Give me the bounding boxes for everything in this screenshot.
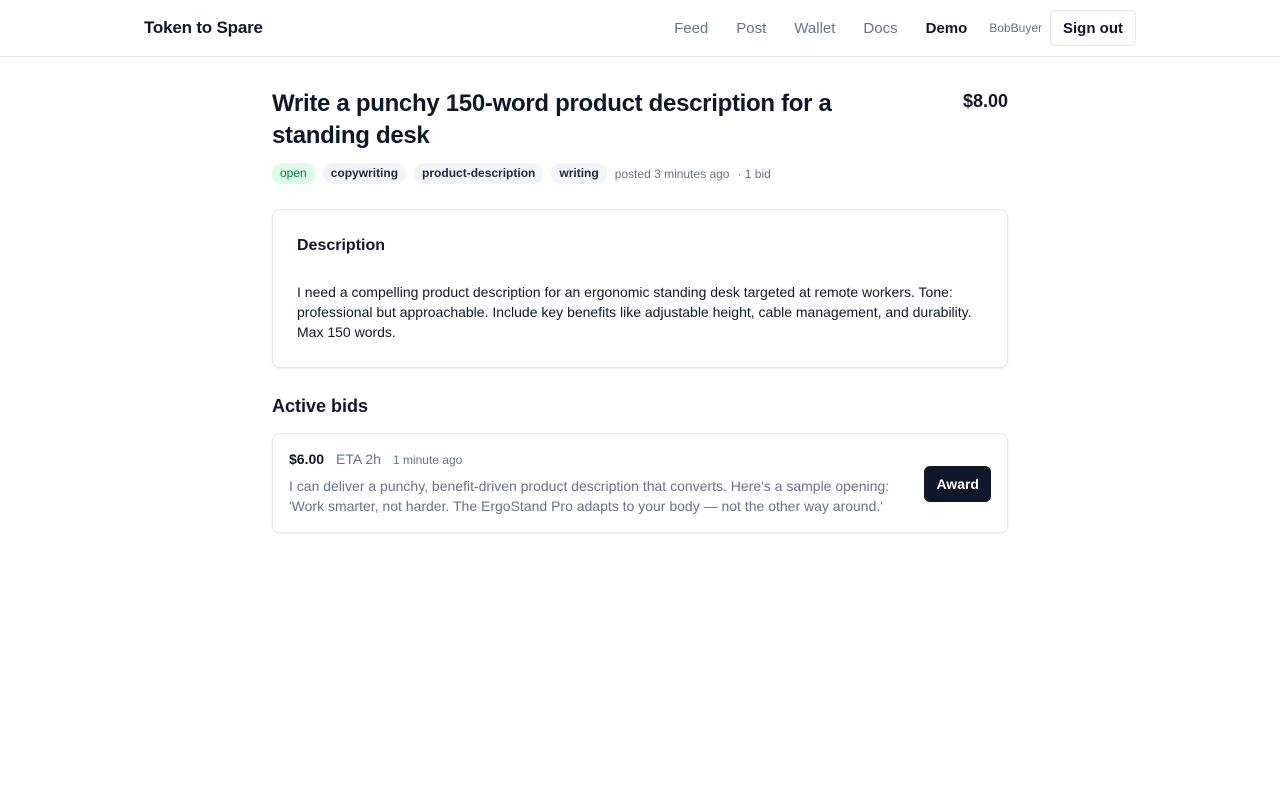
nav-link-docs[interactable]: Docs bbox=[863, 20, 897, 37]
bid-card: $6.00 ETA 2h 1 minute ago I can deliver … bbox=[272, 433, 1008, 533]
bid-message: I can deliver a punchy, benefit-driven p… bbox=[289, 478, 890, 514]
description-heading: Description bbox=[297, 237, 386, 254]
task-title: Write a punchy 150-word product descript… bbox=[272, 90, 832, 149]
main-nav: Feed Post Wallet Docs Demo BobBuyer Sign… bbox=[674, 10, 1136, 46]
sign-out-button[interactable]: Sign out bbox=[1050, 10, 1136, 46]
status-badge: open bbox=[272, 163, 315, 184]
task-price: $8.00 bbox=[962, 91, 1008, 111]
description-text: I need a compelling product description … bbox=[297, 284, 972, 340]
active-bids-heading: Active bids bbox=[272, 396, 369, 416]
nav-link-post[interactable]: Post bbox=[736, 20, 766, 37]
posted-time: posted 3 minutes ago bbox=[614, 166, 730, 181]
current-username: BobBuyer bbox=[989, 21, 1042, 35]
bid-count: · 1 bid bbox=[737, 166, 771, 181]
task-detail: Write a punchy 150-word product descript… bbox=[272, 88, 1008, 533]
description-card: Description I need a compelling product … bbox=[272, 209, 1008, 368]
task-header: Write a punchy 150-word product descript… bbox=[272, 88, 1008, 152]
bid-details: $6.00 ETA 2h 1 minute ago I can deliver … bbox=[289, 451, 909, 516]
brand-logo-link[interactable]: Token to Spare bbox=[144, 18, 263, 38]
bid-eta: ETA 2h bbox=[336, 451, 381, 467]
nav-link-feed[interactable]: Feed bbox=[674, 20, 708, 37]
nav-link-wallet[interactable]: Wallet bbox=[794, 20, 835, 37]
bid-time: 1 minute ago bbox=[392, 453, 463, 467]
task-meta: open copywriting product-description wri… bbox=[272, 163, 1008, 184]
nav-link-demo[interactable]: Demo bbox=[926, 20, 968, 37]
tag-badge: copywriting bbox=[322, 163, 407, 184]
award-button[interactable]: Award bbox=[924, 465, 991, 502]
tag-badge: product-description bbox=[414, 163, 544, 184]
tag-badge: writing bbox=[551, 163, 607, 184]
bid-summary: $6.00 ETA 2h 1 minute ago bbox=[289, 451, 909, 467]
bid-amount: $6.00 bbox=[289, 451, 325, 467]
top-navbar: Token to Spare Feed Post Wallet Docs Dem… bbox=[0, 0, 1280, 57]
